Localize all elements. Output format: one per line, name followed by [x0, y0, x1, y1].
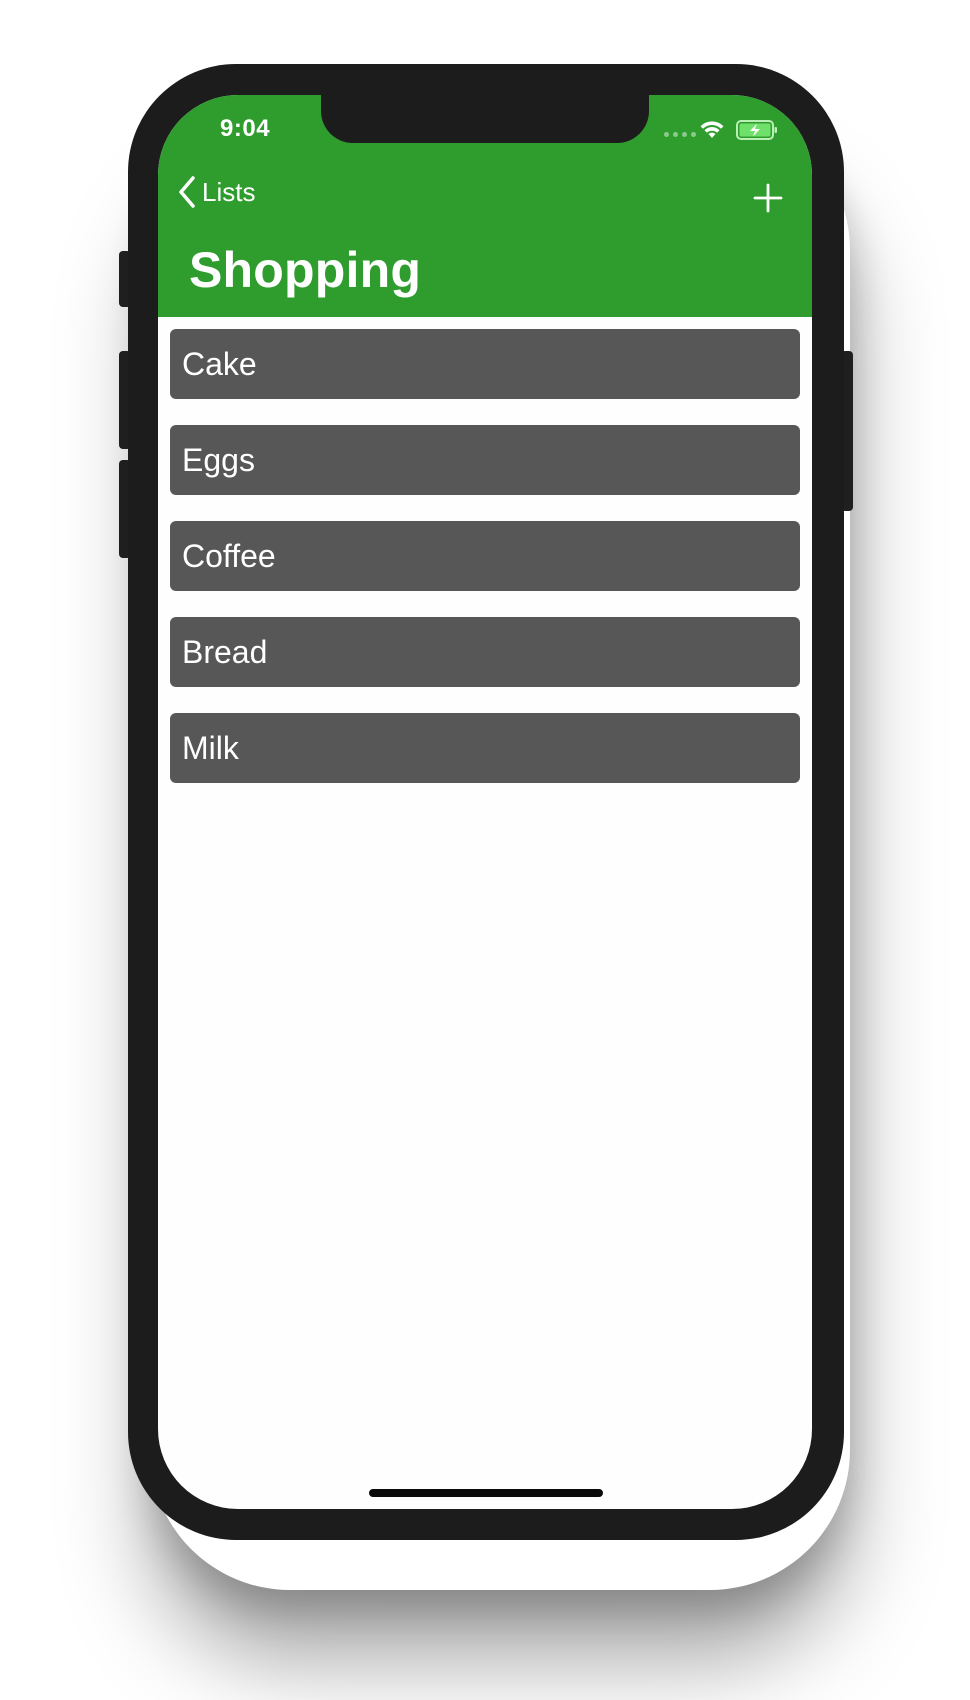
plus-icon[interactable] — [752, 182, 784, 214]
device-mockup: 9:04 Lists Shopping Cake Eggs Coffee Bre… — [0, 0, 970, 1700]
list-item-coffee[interactable]: Coffee — [170, 521, 800, 591]
status-time: 9:04 — [220, 115, 271, 142]
screen: 9:04 Lists Shopping Cake Eggs Coffee Bre… — [158, 95, 812, 1509]
device-notch — [321, 95, 649, 143]
navigation-header: 9:04 Lists Shopping — [158, 95, 812, 317]
list-item-label: Milk — [182, 729, 239, 766]
home-indicator[interactable] — [369, 1489, 603, 1497]
list-item-label: Cake — [182, 345, 257, 382]
list-item-label: Coffee — [182, 537, 276, 574]
back-button[interactable]: Lists — [176, 175, 255, 209]
cellular-signal-icon — [664, 132, 696, 137]
list-item-cake[interactable]: Cake — [170, 329, 800, 399]
chevron-left-icon — [179, 176, 195, 208]
list-item-label: Eggs — [182, 441, 255, 478]
list-item-eggs[interactable]: Eggs — [170, 425, 800, 495]
back-button-label: Lists — [202, 176, 256, 207]
list-item-label: Bread — [182, 633, 268, 670]
page-title: Shopping — [189, 242, 422, 298]
shopping-list: Cake Eggs Coffee Bread Milk — [170, 329, 800, 809]
wifi-icon — [700, 121, 724, 138]
list-item-milk[interactable]: Milk — [170, 713, 800, 783]
list-item-bread[interactable]: Bread — [170, 617, 800, 687]
battery-charging-icon — [736, 120, 777, 140]
